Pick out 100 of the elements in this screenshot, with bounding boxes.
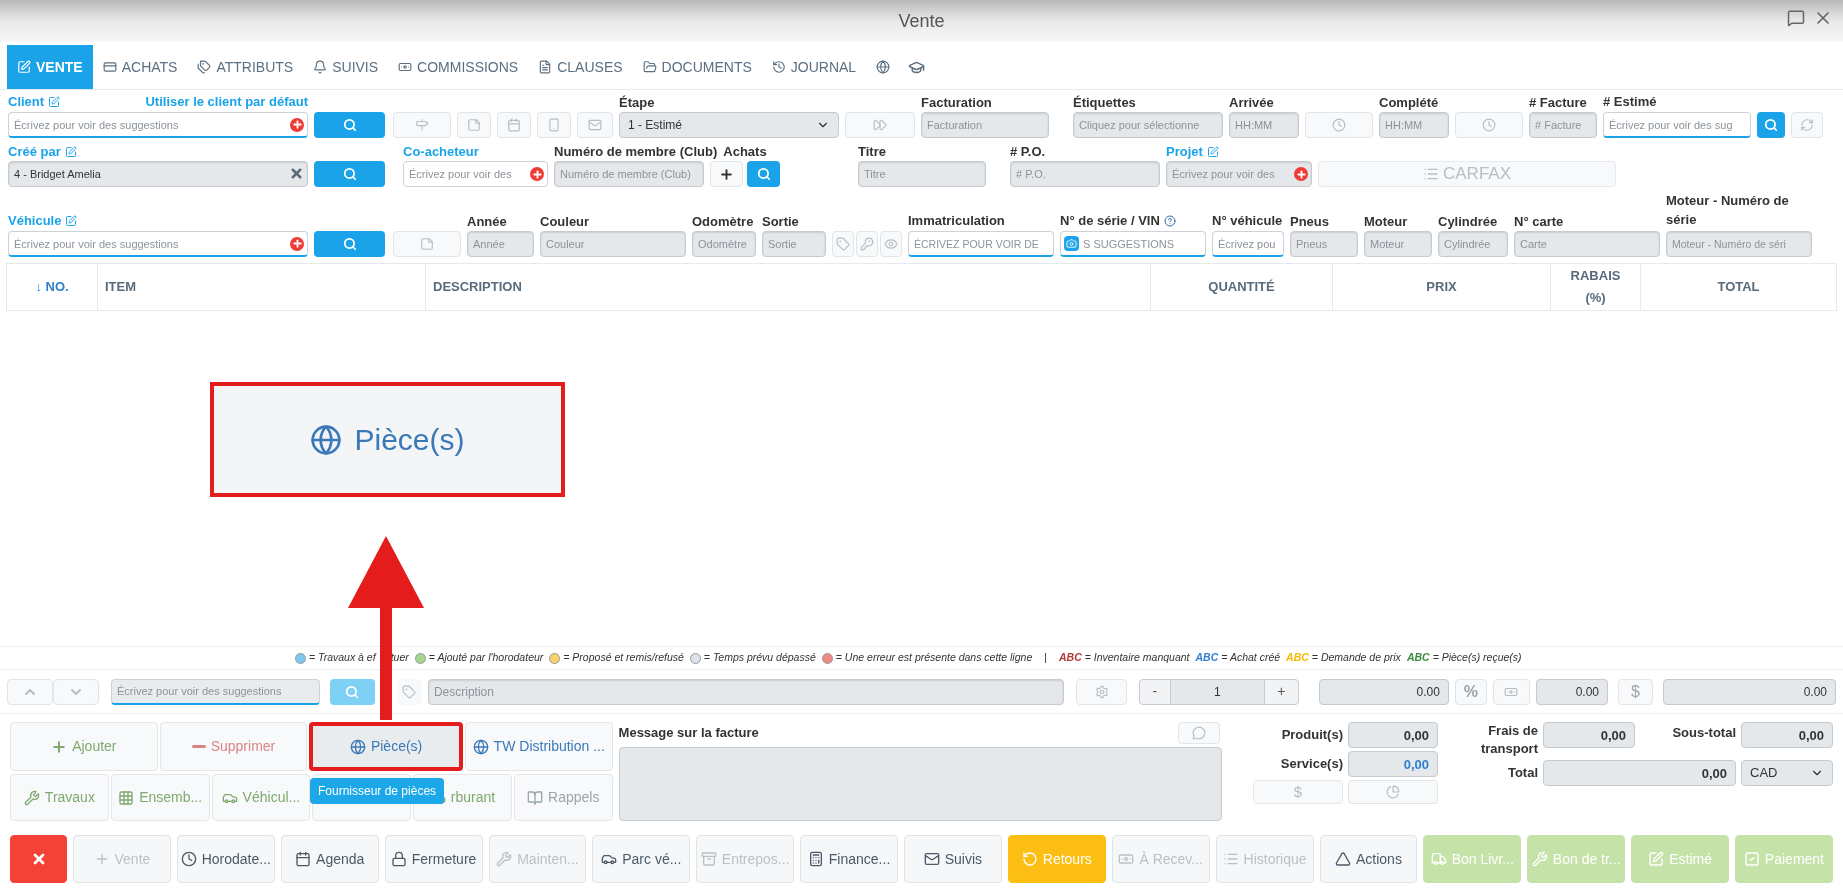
stage-dropdown[interactable]: 1 - Estimé xyxy=(619,112,839,138)
input-field[interactable]: Écrivez pour voir des xyxy=(403,161,548,187)
input-field[interactable]: Moteur - Numéro de séri xyxy=(1666,231,1812,257)
key-button[interactable] xyxy=(856,231,878,257)
footer-button[interactable]: Horodate... xyxy=(176,835,275,883)
field-label[interactable]: Co-acheteur xyxy=(403,141,479,162)
input-field[interactable]: Cylindrée xyxy=(1438,231,1508,257)
clock-button[interactable] xyxy=(1455,112,1523,138)
action-button[interactable]: Rappels xyxy=(513,774,613,821)
field-label[interactable]: Projet xyxy=(1166,141,1203,162)
total-field[interactable]: 0,00 xyxy=(1543,760,1736,786)
input-field[interactable]: Sortie xyxy=(762,231,826,257)
footer-button[interactable]: Actions xyxy=(1319,835,1418,883)
tag-button[interactable] xyxy=(832,231,854,257)
edit-icon[interactable] xyxy=(48,95,61,108)
message-field[interactable] xyxy=(618,747,1223,821)
tab[interactable]: COMMISSIONS xyxy=(388,45,529,89)
input-field[interactable]: Écrivez pour voir des suggestions xyxy=(8,231,308,257)
add-button[interactable] xyxy=(710,161,743,187)
tab[interactable]: DOCUMENTS xyxy=(632,45,762,89)
input-field[interactable]: Description xyxy=(427,678,1065,705)
input-field[interactable]: Titre xyxy=(858,161,986,187)
tab[interactable]: ATTRIBUTS xyxy=(187,45,304,89)
currency-dropdown[interactable]: CAD xyxy=(1741,760,1833,786)
input-field[interactable]: # P.O. xyxy=(1010,161,1160,187)
footer-button[interactable]: Parc vé... xyxy=(592,835,691,883)
subtotal-field[interactable]: 0,00 xyxy=(1741,722,1833,748)
footer-button[interactable]: Fermeture xyxy=(384,835,483,883)
clock-button[interactable] xyxy=(1305,112,1373,138)
input-field[interactable]: Écrivez pour voir des suggestions xyxy=(8,112,308,138)
search-button[interactable] xyxy=(329,678,375,705)
footer-button[interactable]: Agenda xyxy=(280,835,379,883)
input-field[interactable]: Couleur xyxy=(540,231,686,257)
note-button[interactable] xyxy=(393,231,461,257)
tab[interactable]: CLAUSES xyxy=(528,45,633,89)
move-up-button[interactable] xyxy=(7,678,53,705)
chat-icon[interactable] xyxy=(1787,9,1805,27)
phone-button[interactable] xyxy=(537,112,571,138)
calendar-button[interactable] xyxy=(497,112,531,138)
input-field[interactable]: 4 - Bridget Amelia xyxy=(8,161,308,187)
field-label[interactable]: Créé par xyxy=(8,141,61,162)
cancel-button[interactable] xyxy=(10,835,67,883)
search-button[interactable] xyxy=(1757,112,1785,138)
percent-button[interactable]: % xyxy=(1454,678,1487,705)
move-down-button[interactable] xyxy=(53,678,99,705)
tab[interactable]: VENTE xyxy=(7,45,93,89)
search-button[interactable] xyxy=(314,112,385,138)
input-field[interactable]: Odomètre xyxy=(692,231,756,257)
settings-button[interactable] xyxy=(1076,678,1127,705)
total-field[interactable]: 0.00 xyxy=(1663,678,1836,705)
tab[interactable]: JOURNAL xyxy=(761,45,867,89)
footer-button[interactable]: Finance... xyxy=(800,835,898,883)
edit-icon[interactable] xyxy=(1206,145,1219,158)
input-field[interactable]: Écrivez pou xyxy=(1212,231,1284,257)
search-button[interactable] xyxy=(314,231,385,257)
edit-icon[interactable] xyxy=(65,215,78,227)
increment-button[interactable]: + xyxy=(1263,678,1299,705)
search-button[interactable] xyxy=(314,161,385,187)
comment-button[interactable] xyxy=(1178,722,1221,744)
input-field[interactable]: Pneus xyxy=(1290,231,1358,257)
input-field[interactable]: Année xyxy=(467,231,534,257)
services-field[interactable]: 0,00 xyxy=(1348,751,1438,777)
clear-icon[interactable] xyxy=(289,166,304,181)
tag-button[interactable] xyxy=(396,678,422,705)
help-icon[interactable] xyxy=(1163,215,1176,227)
input-field[interactable]: Cliquez pour sélectionne xyxy=(1073,112,1223,138)
discount-field[interactable]: 0.00 xyxy=(1536,678,1608,705)
footer-button[interactable]: Suivis xyxy=(904,835,1002,883)
edit-icon[interactable] xyxy=(64,145,77,158)
action-button[interactable]: Ensemb... xyxy=(110,774,210,821)
action-button[interactable]: Travaux xyxy=(10,774,109,821)
refresh-button[interactable] xyxy=(1791,112,1823,138)
input-field[interactable]: Numéro de membre (Club) xyxy=(554,161,704,187)
input-field[interactable]: HH:MM xyxy=(1379,112,1449,138)
products-field[interactable]: 0,00 xyxy=(1348,722,1438,748)
dollar-button[interactable]: $ xyxy=(1618,678,1653,705)
input-field[interactable]: Écrivez pour voir des sug xyxy=(1603,112,1751,138)
decrement-button[interactable]: - xyxy=(1138,678,1171,705)
input-field[interactable]: Écrivez pour voir des xyxy=(1166,161,1312,187)
action-button[interactable]: Pièce(s) xyxy=(309,722,463,771)
banknote-button[interactable] xyxy=(1493,678,1530,705)
input-field[interactable]: Facturation xyxy=(921,112,1049,138)
quantity-field[interactable]: 1 xyxy=(1170,678,1264,705)
input-field[interactable]: Carte xyxy=(1514,231,1660,257)
input-field[interactable]: Moteur xyxy=(1364,231,1432,257)
mail-button[interactable] xyxy=(577,112,613,138)
field-label[interactable]: Client xyxy=(8,92,45,112)
action-button[interactable]: Véhicul... xyxy=(211,774,311,821)
tab[interactable]: ACHATS xyxy=(92,45,188,89)
price-field[interactable]: 0.00 xyxy=(1318,678,1449,705)
search-button[interactable] xyxy=(747,161,780,187)
signpost-button[interactable] xyxy=(393,112,451,138)
input-field[interactable]: S SUGGESTIONS xyxy=(1060,231,1206,257)
eye-button[interactable] xyxy=(880,231,902,257)
input-field[interactable]: HH:MM xyxy=(1229,112,1299,138)
action-button[interactable]: Supprimer xyxy=(159,722,308,771)
input-field[interactable]: ÉCRIVEZ POUR VOIR DE xyxy=(908,231,1054,257)
action-button[interactable]: Ajouter xyxy=(10,722,158,771)
input-field[interactable]: Écrivez pour voir des suggestions xyxy=(111,678,320,705)
note-button[interactable] xyxy=(457,112,491,138)
